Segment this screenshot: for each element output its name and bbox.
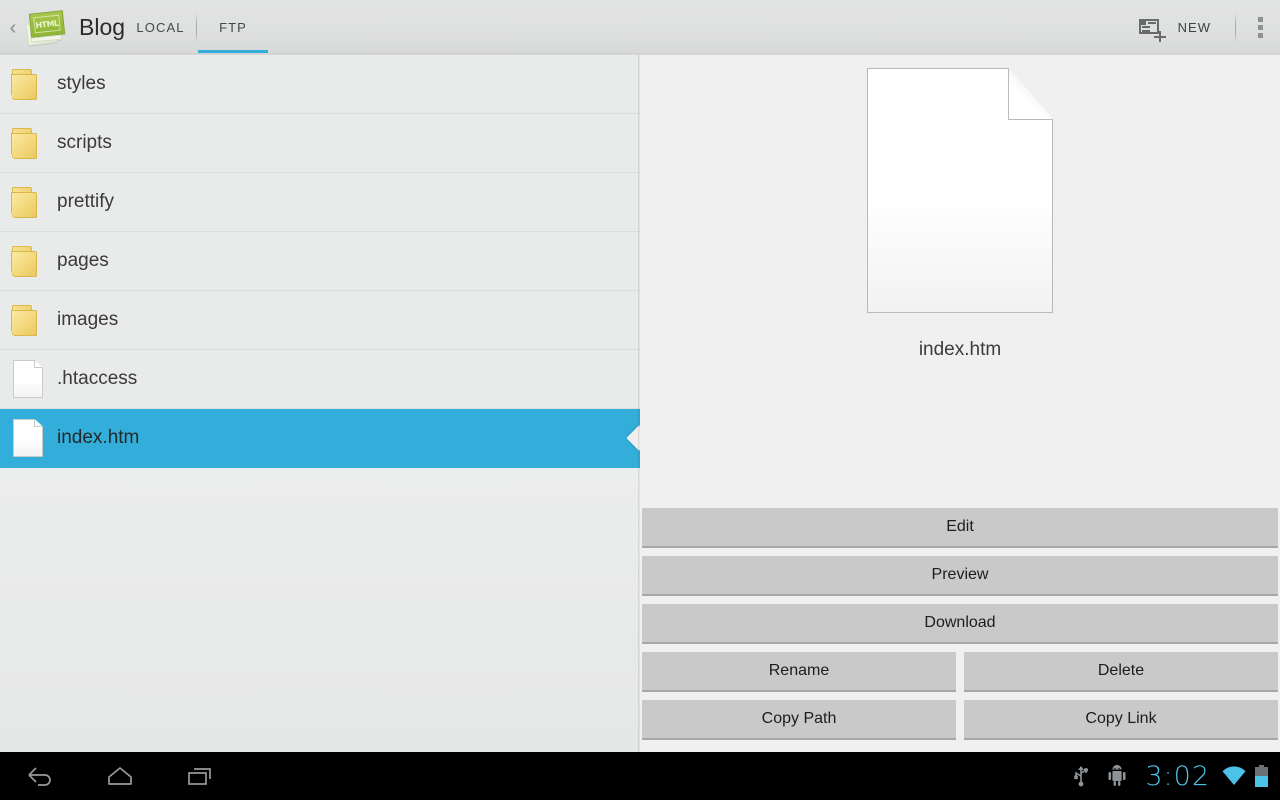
status-clock: 3:02	[1145, 760, 1210, 792]
tab-ftp[interactable]: FTP	[198, 0, 268, 55]
back-arrow-icon[interactable]	[0, 752, 80, 800]
list-item-label: images	[57, 309, 119, 330]
list-item-label: pages	[57, 250, 109, 271]
file-icon	[0, 360, 56, 398]
action-row: Copy Path Copy Link	[642, 700, 1278, 740]
folder-icon	[0, 185, 56, 219]
list-item-label: index.htm	[57, 427, 140, 448]
tab-bar: LOCAL FTP	[125, 0, 268, 55]
overflow-menu-icon[interactable]	[1240, 0, 1280, 55]
list-item-label: styles	[57, 73, 106, 94]
list-item-label: scripts	[57, 132, 112, 153]
page-title: Blog	[79, 14, 126, 40]
detail-filename: index.htm	[918, 339, 1002, 360]
home-icon[interactable]	[80, 752, 160, 800]
list-item-label: .htaccess	[57, 368, 138, 389]
battery-icon	[1255, 765, 1268, 787]
usb-icon	[1063, 752, 1099, 800]
app-root: ‹ HTML Blog LOCAL FTP NEW styles scripts…	[0, 0, 1280, 800]
delete-button[interactable]: Delete	[964, 652, 1278, 692]
list-item[interactable]: styles	[0, 55, 640, 114]
copy-path-button[interactable]: Copy Path	[642, 700, 956, 740]
rename-button[interactable]: Rename	[642, 652, 956, 692]
detail-action-buttons: Edit Preview Download Rename Delete Copy…	[640, 508, 1280, 752]
new-button-label: NEW	[1177, 20, 1211, 35]
folder-icon	[0, 244, 56, 278]
action-row: Rename Delete	[642, 652, 1278, 692]
list-item[interactable]: scripts	[0, 114, 640, 173]
system-navigation-bar: 3:02	[0, 752, 1280, 800]
copy-link-button[interactable]: Copy Link	[964, 700, 1278, 740]
folder-icon	[0, 67, 56, 101]
detail-pane: index.htm Edit Preview Download Rename D…	[640, 55, 1280, 752]
list-item-selected[interactable]: index.htm	[0, 409, 640, 468]
app-icon-glyph: HTML	[34, 17, 60, 30]
preview-button[interactable]: Preview	[642, 556, 1278, 596]
android-robot-icon	[1099, 752, 1135, 800]
list-item-label: prettify	[57, 191, 115, 212]
action-bar-right: NEW	[1130, 0, 1280, 55]
file-preview: index.htm	[640, 55, 1280, 512]
new-button[interactable]: NEW	[1130, 0, 1221, 55]
tab-local-label: LOCAL	[136, 20, 185, 35]
tab-ftp-label: FTP	[219, 20, 247, 35]
new-document-icon	[1136, 13, 1166, 43]
wifi-icon	[1216, 752, 1252, 800]
list-item[interactable]: prettify	[0, 173, 640, 232]
document-page-icon	[867, 68, 1053, 313]
list-item[interactable]: pages	[0, 232, 640, 291]
action-bar: ‹ HTML Blog LOCAL FTP NEW	[0, 0, 1280, 55]
folder-icon	[0, 303, 56, 337]
recents-icon[interactable]	[160, 752, 240, 800]
app-icon[interactable]: HTML	[24, 8, 66, 48]
file-icon	[0, 419, 56, 457]
folder-icon	[0, 126, 56, 160]
action-bar-left: ‹ HTML Blog	[0, 0, 125, 55]
action-bar-separator	[1235, 12, 1236, 43]
tab-divider	[196, 12, 197, 43]
file-list[interactable]: styles scripts prettify pages images .ht…	[0, 55, 640, 752]
list-item[interactable]: .htaccess	[0, 350, 640, 409]
edit-button[interactable]: Edit	[642, 508, 1278, 548]
list-item[interactable]: images	[0, 291, 640, 350]
download-button[interactable]: Download	[642, 604, 1278, 644]
back-chevron-icon[interactable]: ‹	[0, 0, 22, 55]
system-nav-buttons	[0, 752, 240, 800]
tab-local[interactable]: LOCAL	[125, 0, 196, 55]
system-status-icons[interactable]: 3:02	[1063, 752, 1272, 800]
